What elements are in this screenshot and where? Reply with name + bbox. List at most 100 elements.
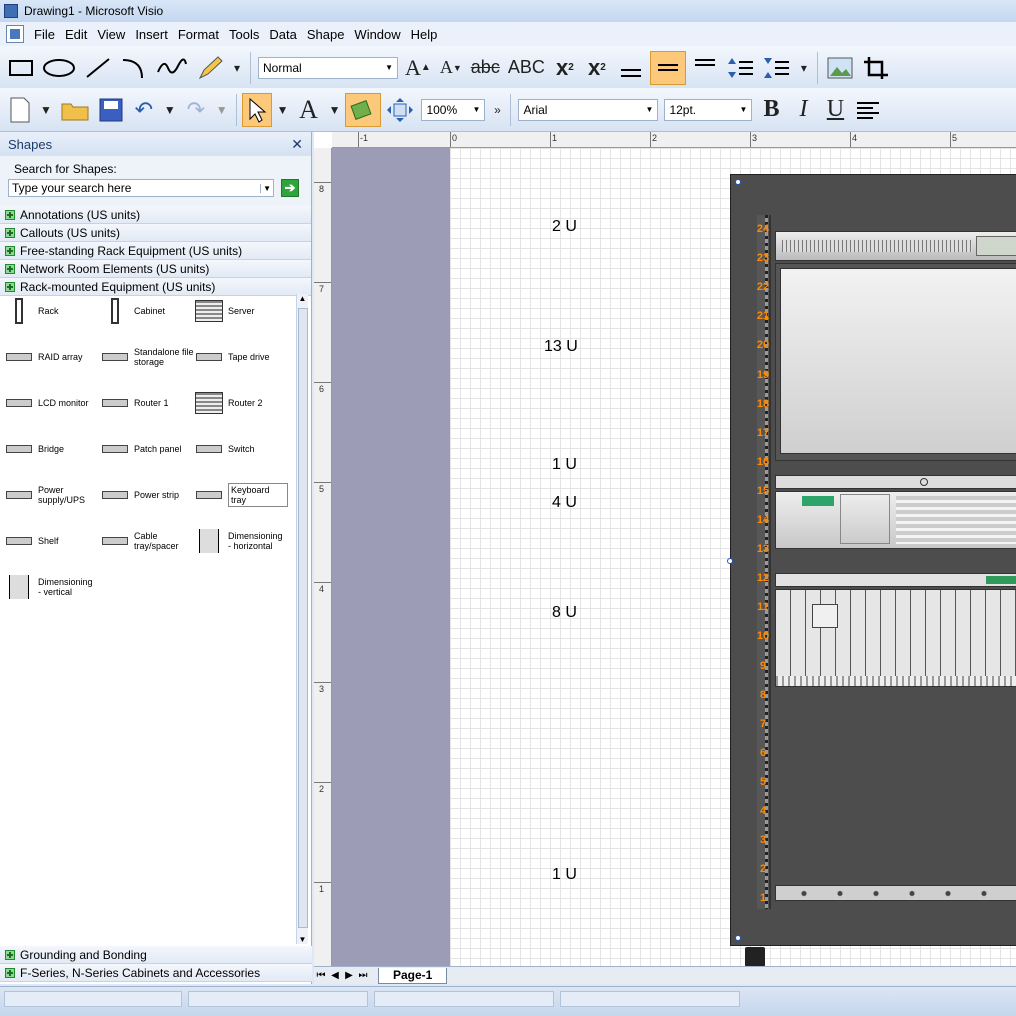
scroll-up-icon[interactable]: ▲ (297, 294, 308, 303)
master-shape[interactable]: Keyboard tray (194, 480, 288, 510)
spacing-increase-icon[interactable] (724, 51, 758, 85)
ellipse-tool-icon[interactable] (39, 51, 79, 85)
switch-1u[interactable] (775, 573, 1016, 587)
grow-font-icon[interactable]: A ▲ (402, 51, 434, 85)
master-shape[interactable]: Cable tray/spacer (100, 526, 194, 556)
master-shape[interactable]: Bridge (4, 434, 64, 464)
save-icon[interactable] (95, 93, 127, 127)
master-shape[interactable]: Router 2 (194, 388, 263, 418)
chevron-down-icon[interactable]: ▼ (161, 93, 179, 127)
chevron-down-icon[interactable]: ▼ (326, 93, 344, 127)
rack-cabinet[interactable]: 2424232322222121202019191818171716161515… (727, 174, 1016, 967)
menu-shape[interactable]: Shape (307, 27, 345, 42)
spacing-decrease-icon[interactable] (760, 51, 794, 85)
stencil-scrollbar[interactable]: ▲ ▼ (296, 294, 308, 944)
master-shape[interactable]: Server (194, 296, 255, 326)
scrollbar-thumb[interactable] (298, 308, 308, 928)
align-middle-icon[interactable] (649, 50, 686, 85)
search-input[interactable]: Type your search here ▼ (8, 179, 274, 197)
pan-zoom-icon[interactable] (383, 93, 417, 127)
underline-icon[interactable]: U (820, 93, 850, 127)
toolbar-options-icon[interactable]: ▾ (796, 51, 812, 85)
menu-format[interactable]: Format (178, 27, 219, 42)
selection-handle[interactable] (727, 558, 733, 564)
italic-icon[interactable]: I (788, 93, 818, 127)
keyboard-tray-1u[interactable] (775, 475, 1016, 489)
master-shape[interactable]: Tape drive (194, 342, 270, 372)
shrink-font-icon[interactable]: A ▼ (436, 51, 466, 85)
master-shape[interactable]: Patch panel (100, 434, 182, 464)
align-top-icon[interactable] (688, 51, 722, 85)
menu-tools[interactable]: Tools (229, 27, 259, 42)
master-shape[interactable]: Standalone file storage (100, 342, 194, 372)
rectangle-tool-icon[interactable] (5, 51, 37, 85)
menu-file[interactable]: File (34, 27, 55, 42)
connector-tool-icon[interactable] (345, 92, 382, 127)
undo-icon[interactable]: ↶ (129, 93, 159, 127)
pointer-tool-icon[interactable] (241, 92, 272, 127)
chevron-down-icon[interactable]: ▼ (213, 93, 231, 127)
master-shape[interactable]: Router 1 (100, 388, 169, 418)
master-shape[interactable]: RAID array (4, 342, 83, 372)
menu-edit[interactable]: Edit (65, 27, 87, 42)
stencil-free-standing-rack[interactable]: Free-standing Rack Equipment (US units) (0, 242, 311, 260)
drawing-page[interactable]: 2 U 13 U 1 U 4 U 8 U 1 U 24 23 22 21 20 … (450, 148, 1016, 967)
master-shape[interactable]: Dimensioning - vertical (4, 572, 98, 602)
style-select[interactable]: Normal ▼ (258, 56, 398, 79)
prev-page-icon[interactable]: ◀ (328, 970, 342, 981)
font-select[interactable]: Arial ▼ (518, 98, 659, 121)
menu-help[interactable]: Help (411, 27, 438, 42)
first-page-icon[interactable]: ⏮ (314, 970, 328, 981)
chevron-down-icon[interactable]: ▼ (37, 93, 55, 127)
selection-handle[interactable] (735, 935, 741, 941)
tab-page-1[interactable]: Page-1 (378, 967, 448, 984)
font-size-select[interactable]: 12pt. ▼ (664, 98, 753, 121)
small-caps-icon[interactable]: ABC (505, 51, 548, 85)
align-bottom-icon[interactable] (614, 51, 648, 85)
strikethrough-icon[interactable]: abc (468, 51, 503, 85)
toolbar-options-icon[interactable]: ▾ (229, 51, 245, 85)
menu-view[interactable]: View (97, 27, 125, 42)
router-8u[interactable] (775, 589, 1016, 687)
server-2u[interactable] (775, 231, 1016, 261)
master-shape[interactable]: LCD monitor (4, 388, 89, 418)
next-page-icon[interactable]: ▶ (342, 970, 356, 981)
menu-window[interactable]: Window (354, 27, 400, 42)
close-icon[interactable]: ✕ (291, 136, 303, 153)
freeform-tool-icon[interactable] (153, 51, 191, 85)
ups-4u[interactable] (775, 491, 1016, 549)
align-left-icon[interactable] (852, 93, 884, 127)
superscript-icon[interactable]: x2 (550, 51, 580, 85)
bold-icon[interactable]: B (756, 93, 786, 127)
text-tool-icon[interactable]: A (294, 93, 324, 127)
drawing-area[interactable]: -1 0 1 2 3 4 5 87654321 2 U 13 U 1 U 4 U 8 U 1… (314, 132, 1016, 984)
menu-insert[interactable]: Insert (135, 27, 168, 42)
stencil-annotations[interactable]: Annotations (US units) (0, 206, 311, 224)
stencil-network-room[interactable]: Network Room Elements (US units) (0, 260, 311, 278)
subscript-icon[interactable]: x2 (582, 51, 612, 85)
new-document-icon[interactable] (5, 93, 35, 127)
lcd-monitor-13u[interactable] (775, 263, 1016, 461)
master-shape[interactable]: Rack (4, 296, 59, 326)
last-page-icon[interactable]: ⏭ (356, 970, 370, 981)
open-folder-icon[interactable] (57, 93, 93, 127)
master-shape[interactable]: Switch (194, 434, 255, 464)
pencil-tool-icon[interactable] (193, 51, 227, 85)
stencil-cabinets-accessories[interactable]: F-Series, N-Series Cabinets and Accessor… (0, 964, 312, 982)
master-shape[interactable]: Power strip (100, 480, 179, 510)
insert-picture-icon[interactable] (823, 51, 857, 85)
stencil-callouts[interactable]: Callouts (US units) (0, 224, 311, 242)
menu-data[interactable]: Data (269, 27, 296, 42)
stencil-rack-mounted[interactable]: Rack-mounted Equipment (US units) (0, 278, 311, 296)
crop-icon[interactable] (859, 51, 893, 85)
master-shape[interactable]: Dimensioning - horizontal (194, 526, 288, 556)
master-shape[interactable]: Shelf (4, 526, 59, 556)
arc-tool-icon[interactable] (117, 51, 151, 85)
chevron-down-icon[interactable]: ▼ (260, 183, 273, 193)
search-go-button[interactable]: ➔ (281, 179, 299, 197)
stencil-grounding[interactable]: Grounding and Bonding (0, 946, 312, 964)
document-icon[interactable] (6, 25, 24, 43)
master-shape[interactable]: Power supply/UPS (4, 480, 98, 510)
chevron-down-icon[interactable]: ▼ (274, 93, 292, 127)
selection-handle[interactable] (735, 179, 741, 185)
